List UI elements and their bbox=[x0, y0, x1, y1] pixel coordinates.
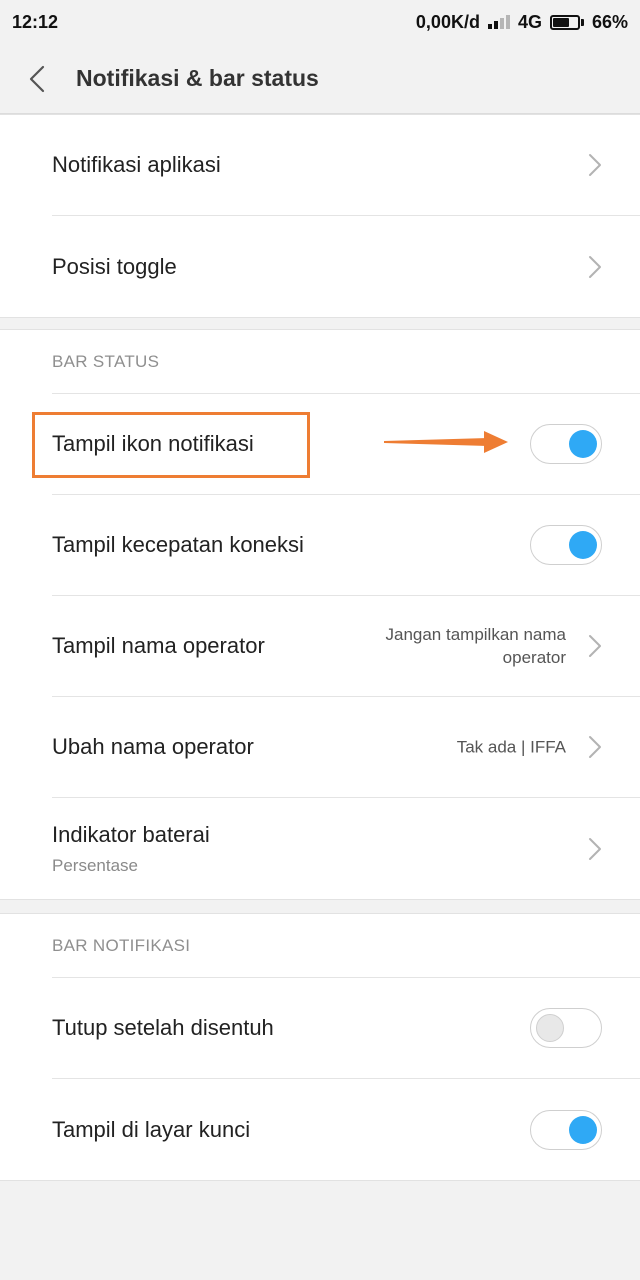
row-tampil-di-layar-kunci[interactable]: Tampil di layar kunci bbox=[52, 1079, 640, 1180]
row-indikator-baterai[interactable]: Indikator baterai Persentase bbox=[52, 798, 640, 899]
app-header: Notifikasi & bar status bbox=[0, 44, 640, 114]
battery-icon bbox=[549, 14, 584, 30]
row-label: Indikator baterai bbox=[52, 821, 210, 847]
row-label: Ubah nama operator bbox=[52, 734, 254, 759]
network-speed: 0,00K/d bbox=[415, 11, 480, 32]
row-label: Tampil di layar kunci bbox=[52, 1116, 251, 1142]
toggle-switch[interactable] bbox=[530, 1008, 602, 1048]
toggle-switch[interactable] bbox=[530, 424, 602, 464]
toggle-switch[interactable] bbox=[530, 1109, 602, 1150]
row-label: Tampil kecepatan koneksi bbox=[52, 532, 304, 557]
signal-icon bbox=[487, 15, 510, 29]
chevron-right-icon bbox=[589, 635, 601, 657]
row-value: Jangan tampilkan nama operator bbox=[385, 625, 566, 667]
row-tutup-setelah-disentuh[interactable]: Tutup setelah disentuh bbox=[52, 978, 640, 1079]
chevron-right-icon bbox=[589, 736, 601, 758]
row-label: Tampil nama operator bbox=[52, 633, 265, 658]
back-button[interactable] bbox=[0, 44, 76, 114]
chevron-right-icon bbox=[589, 255, 601, 278]
status-time: 12:12 bbox=[12, 11, 59, 32]
row-text: Indikator baterai Persentase bbox=[52, 822, 210, 876]
bar-status-section: BAR STATUS Tampil ikon notifikasi Tampil… bbox=[0, 329, 640, 900]
row-tampil-kecepatan-koneksi[interactable]: Tampil kecepatan koneksi bbox=[52, 495, 640, 596]
status-indicators: 0,00K/d 4G 66% bbox=[416, 12, 628, 33]
row-label: Posisi toggle bbox=[52, 253, 177, 279]
row-posisi-toggle[interactable]: Posisi toggle bbox=[52, 216, 640, 317]
row-tampil-nama-operator[interactable]: Tampil nama operator Jangan tampilkan na… bbox=[52, 596, 640, 697]
row-value: Tak ada | IFFA bbox=[456, 737, 566, 757]
arrow-right-icon bbox=[384, 431, 508, 453]
general-section: Notifikasi aplikasi Posisi toggle bbox=[0, 114, 640, 318]
network-type: 4G bbox=[517, 11, 542, 32]
row-tampil-ikon-notifikasi[interactable]: Tampil ikon notifikasi bbox=[52, 394, 640, 495]
row-label: Tutup setelah disentuh bbox=[52, 1015, 274, 1040]
bar-notifikasi-section: BAR NOTIFIKASI Tutup setelah disentuh Ta… bbox=[0, 913, 640, 1181]
page-title: Notifikasi & bar status bbox=[76, 65, 319, 91]
row-ubah-nama-operator[interactable]: Ubah nama operator Tak ada | IFFA bbox=[52, 697, 640, 798]
battery-percent: 66% bbox=[591, 11, 628, 32]
section-heading: BAR STATUS bbox=[52, 330, 640, 394]
section-heading: BAR NOTIFIKASI bbox=[52, 914, 640, 978]
chevron-left-icon bbox=[29, 65, 45, 92]
row-notifikasi-aplikasi[interactable]: Notifikasi aplikasi bbox=[52, 115, 640, 216]
row-sublabel: Persentase bbox=[52, 855, 138, 875]
status-bar: 12:12 0,00K/d 4G 66% bbox=[0, 0, 640, 44]
toggle-switch[interactable] bbox=[530, 525, 602, 565]
row-label: Tampil ikon notifikasi bbox=[52, 431, 254, 456]
chevron-right-icon bbox=[589, 837, 601, 860]
chevron-right-icon bbox=[589, 154, 601, 176]
row-label: Notifikasi aplikasi bbox=[52, 152, 221, 177]
